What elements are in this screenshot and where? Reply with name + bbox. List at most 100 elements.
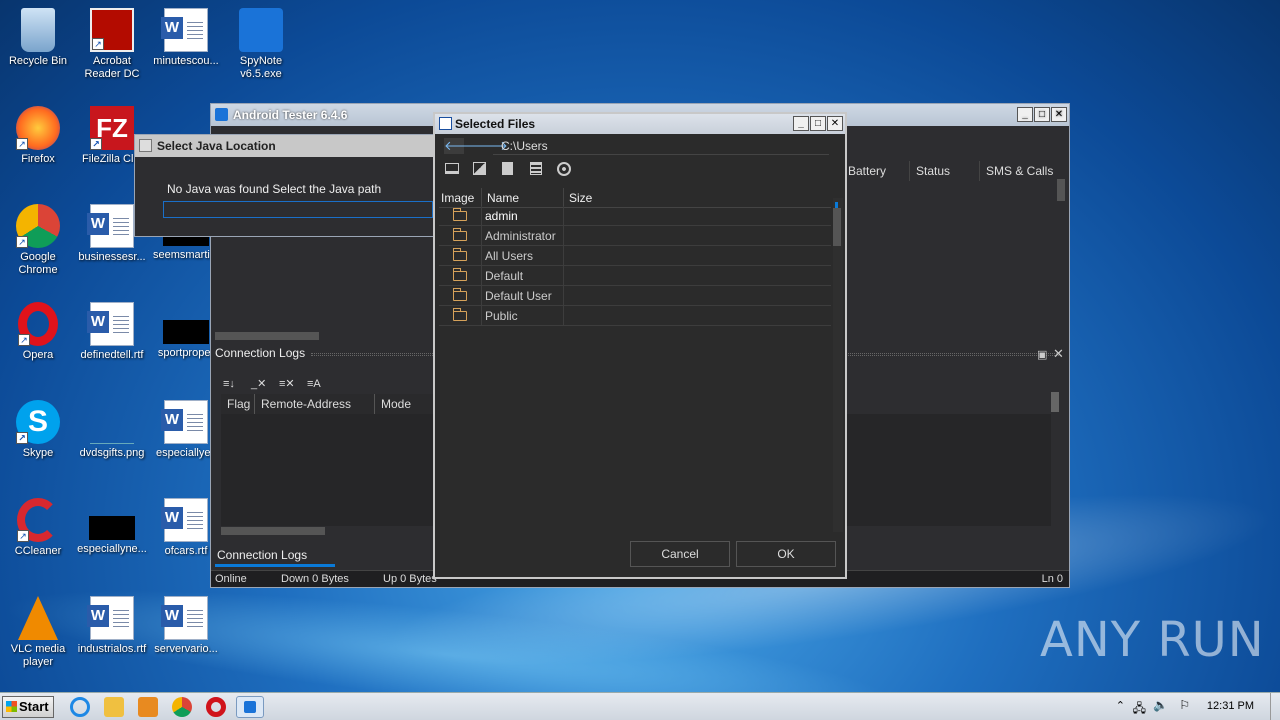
desktop-icon-firefox[interactable]: ↗ Firefox: [0, 106, 76, 166]
sort-icon[interactable]: ≡↓: [223, 378, 237, 390]
desktop-icon-label: sportproper: [157, 347, 215, 359]
file-thumbnail-icon: [163, 320, 209, 344]
maximize-button[interactable]: □: [1034, 107, 1050, 122]
start-button[interactable]: Start: [2, 696, 54, 718]
minimize-button[interactable]: _: [793, 116, 809, 131]
desktop-icon-chrome[interactable]: ↗ Google Chrome: [0, 204, 76, 277]
desktop-icon-definedtell[interactable]: definedtell.rtf: [74, 302, 150, 362]
file-name: admin: [485, 209, 518, 223]
filter-icon[interactable]: ≡A: [307, 378, 321, 390]
desktop-icon-label: ofcars.rtf: [164, 545, 208, 557]
folder-icon[interactable]: [104, 697, 124, 717]
file-list-scrollbar[interactable]: [833, 198, 843, 532]
log-column-remote-address[interactable]: Remote-Address: [255, 394, 375, 414]
android-tester-task[interactable]: [236, 696, 264, 718]
java-dialog-titlebar[interactable]: Select Java Location: [135, 135, 433, 157]
filezilla-icon: FZ ↗: [90, 106, 134, 150]
desktop-icon-servervario[interactable]: servervario...: [148, 596, 224, 656]
desktop-icon-dvdsgifts[interactable]: dvdsgifts.png: [74, 400, 150, 460]
log-column-mode[interactable]: Mode: [375, 394, 435, 414]
document-icon[interactable]: [530, 162, 542, 175]
desktop-icon-label: FileZilla Clie: [82, 153, 142, 165]
file-row-all-users[interactable]: All Users: [439, 246, 831, 266]
file-row-public[interactable]: Public: [439, 306, 831, 326]
files-dialog-titlebar[interactable]: Selected Files _ □ ✕: [435, 114, 845, 134]
scrollbar-thumb[interactable]: [833, 208, 841, 246]
chrome-icon[interactable]: [172, 697, 192, 717]
column-size[interactable]: Size: [569, 191, 592, 205]
recycle-bin-icon: [21, 8, 55, 52]
tray-expand-icon[interactable]: ⌃: [1116, 699, 1125, 712]
computer-icon[interactable]: [445, 163, 459, 174]
word-document-icon: [161, 8, 208, 52]
panel-maximize-icon[interactable]: ▣: [1037, 348, 1047, 361]
log-scrollbar[interactable]: [1051, 392, 1059, 412]
cancel-button[interactable]: Cancel: [630, 541, 730, 567]
path-field[interactable]: C:\Users: [493, 137, 829, 155]
desktop-icon-opera[interactable]: ↗ Opera: [0, 302, 76, 362]
maximize-button[interactable]: □: [810, 116, 826, 131]
minimize-button[interactable]: _: [1017, 107, 1033, 122]
desktop-icon-label: Skype: [22, 447, 54, 459]
file-row-admin[interactable]: admin: [439, 206, 831, 226]
desktop-icon-minutescou[interactable]: minutescou...: [148, 8, 224, 68]
log-horizontal-scrollbar[interactable]: [221, 527, 325, 535]
files-dialog-title: Selected Files: [455, 117, 536, 131]
close-button[interactable]: ✕: [1051, 107, 1067, 122]
clear-all-icon[interactable]: ≡✕: [279, 378, 295, 390]
network-icon[interactable]: 🖧: [1133, 699, 1146, 720]
opera-icon[interactable]: [206, 697, 226, 717]
desktop-icon-label: especiallyne...: [77, 543, 147, 555]
acrobat-icon: ↗: [90, 8, 134, 52]
file-name: Default User: [485, 289, 552, 303]
desktop-icon-spynote[interactable]: SpyNote v6.5.exe: [223, 8, 299, 81]
close-button[interactable]: ✕: [827, 116, 843, 131]
horizontal-scrollbar[interactable]: [215, 332, 319, 340]
desktop-icon-label: Firefox: [21, 153, 55, 165]
word-document-icon: [87, 204, 134, 248]
image-icon[interactable]: [473, 162, 486, 175]
desktop-icon-acrobat[interactable]: ↗ Acrobat Reader DC: [74, 8, 150, 81]
desktop-icon-vlc[interactable]: VLC media player: [0, 596, 76, 669]
file-row-administrator[interactable]: Administrator: [439, 226, 831, 246]
shield-icon: [215, 108, 228, 121]
desktop-icon-recycle-bin[interactable]: Recycle Bin: [0, 8, 76, 68]
file-row-default-user[interactable]: Default User: [439, 286, 831, 306]
column-header-battery[interactable]: Battery: [841, 161, 909, 181]
music-icon[interactable]: [557, 162, 571, 176]
column-image[interactable]: Image: [441, 191, 474, 205]
clock[interactable]: 12:31 PM: [1207, 700, 1254, 712]
ccleaner-icon: ↗: [17, 498, 59, 542]
video-icon[interactable]: [502, 162, 513, 175]
panel-close-icon[interactable]: ✕: [1053, 346, 1064, 362]
java-dialog-title: Select Java Location: [157, 139, 276, 153]
volume-icon[interactable]: 🔈: [1153, 698, 1168, 712]
desktop-icon-skype[interactable]: S ↗ Skype: [0, 400, 76, 460]
column-header-status[interactable]: Status: [909, 161, 979, 181]
file-row-default[interactable]: Default: [439, 266, 831, 286]
desktop-icon-especiallyne[interactable]: especiallyne...: [74, 498, 150, 556]
action-center-flag-icon[interactable]: ⚐: [1179, 698, 1190, 712]
clear-icon[interactable]: _✕: [251, 378, 266, 390]
ok-button[interactable]: OK: [736, 541, 836, 567]
scrollbar-thumb[interactable]: [1057, 179, 1065, 201]
folder-icon: [453, 228, 467, 241]
forward-arrow-icon[interactable]: 🡒: [473, 138, 508, 154]
log-column-flag[interactable]: Flag: [221, 394, 255, 414]
media-player-icon[interactable]: [138, 697, 158, 717]
file-name: Default: [485, 269, 524, 283]
back-arrow-icon[interactable]: 🡐: [444, 138, 479, 154]
column-name[interactable]: Name: [487, 191, 519, 205]
desktop-icon-industrialos[interactable]: industrialos.rtf: [74, 596, 150, 656]
desktop-icon-label: Opera: [22, 349, 54, 361]
desktop-icon-ccleaner[interactable]: ↗ CCleaner: [0, 498, 76, 558]
window-icon: [439, 117, 452, 130]
tab-connection-logs[interactable]: Connection Logs: [217, 548, 307, 562]
file-list-header: Image Name Size: [439, 188, 831, 208]
internet-explorer-icon[interactable]: [70, 697, 90, 717]
column-header-sms-calls[interactable]: SMS & Calls: [979, 161, 1057, 181]
java-path-input[interactable]: [163, 201, 433, 218]
desktop-icon-label: especiallyes: [156, 447, 216, 459]
file-thumbnail-icon: [89, 516, 135, 540]
show-desktop-button[interactable]: [1270, 693, 1280, 720]
